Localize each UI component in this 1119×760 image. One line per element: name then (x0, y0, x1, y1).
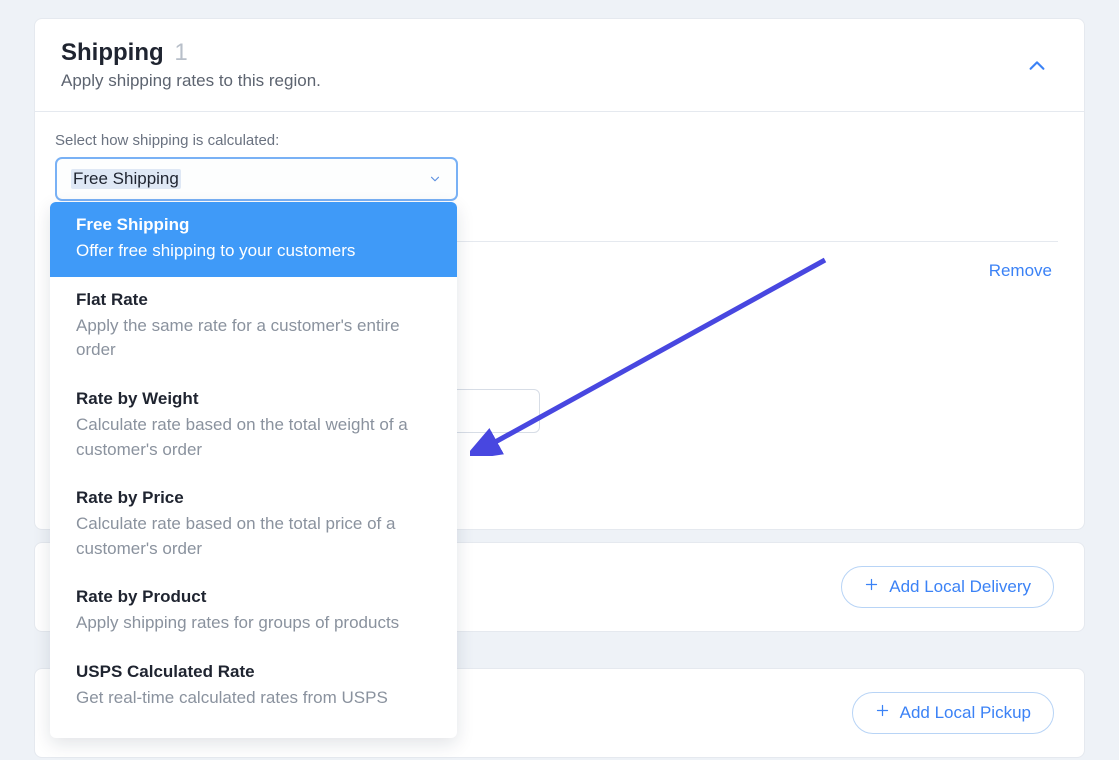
option-desc: Apply shipping rates for groups of produ… (76, 611, 431, 636)
dropdown-option-rate-by-price[interactable]: Rate by Price Calculate rate based on th… (50, 475, 457, 574)
option-desc: Calculate rate based on the total weight… (76, 413, 431, 462)
header-texts: Shipping 1 Apply shipping rates to this … (61, 39, 321, 91)
add-local-delivery-button[interactable]: Add Local Delivery (841, 566, 1054, 608)
add-local-pickup-button[interactable]: Add Local Pickup (852, 692, 1054, 734)
option-desc: Calculate rate based on the total price … (76, 512, 431, 561)
option-title: Rate by Product (76, 587, 431, 607)
option-title: Free Shipping (76, 215, 431, 235)
plus-icon (875, 703, 890, 723)
page-subtitle: Apply shipping rates to this region. (61, 71, 321, 91)
option-title: USPS Calculated Rate (76, 662, 431, 682)
select-value: Free Shipping (71, 169, 181, 189)
dropdown-option-rate-by-weight[interactable]: Rate by Weight Calculate rate based on t… (50, 376, 457, 475)
option-title: Rate by Price (76, 488, 431, 508)
page-title: Shipping 1 (61, 39, 321, 67)
shipping-card-header: Shipping 1 Apply shipping rates to this … (35, 19, 1084, 112)
plus-icon (864, 577, 879, 597)
shipping-calculation-dropdown: Free Shipping Offer free shipping to you… (50, 202, 457, 738)
shipping-calculation-select[interactable]: Free Shipping (55, 157, 458, 201)
option-desc: Get real-time calculated rates from USPS (76, 686, 431, 711)
dropdown-option-free-shipping[interactable]: Free Shipping Offer free shipping to you… (50, 202, 457, 277)
title-text: Shipping (61, 39, 164, 66)
option-title: Flat Rate (76, 290, 431, 310)
dropdown-option-usps[interactable]: USPS Calculated Rate Get real-time calcu… (50, 649, 457, 724)
title-count: 1 (174, 39, 187, 66)
option-desc: Apply the same rate for a customer's ent… (76, 314, 431, 363)
button-label: Add Local Pickup (900, 703, 1031, 723)
dropdown-option-rate-by-product[interactable]: Rate by Product Apply shipping rates for… (50, 574, 457, 649)
dropdown-option-flat-rate[interactable]: Flat Rate Apply the same rate for a cust… (50, 277, 457, 376)
option-title: Rate by Weight (76, 389, 431, 409)
chevron-down-icon (428, 172, 442, 186)
select-label: Select how shipping is calculated: (55, 132, 1058, 149)
collapse-icon[interactable] (1026, 55, 1048, 77)
button-label: Add Local Delivery (889, 577, 1031, 597)
option-desc: Offer free shipping to your customers (76, 239, 431, 264)
remove-link[interactable]: Remove (989, 261, 1052, 281)
